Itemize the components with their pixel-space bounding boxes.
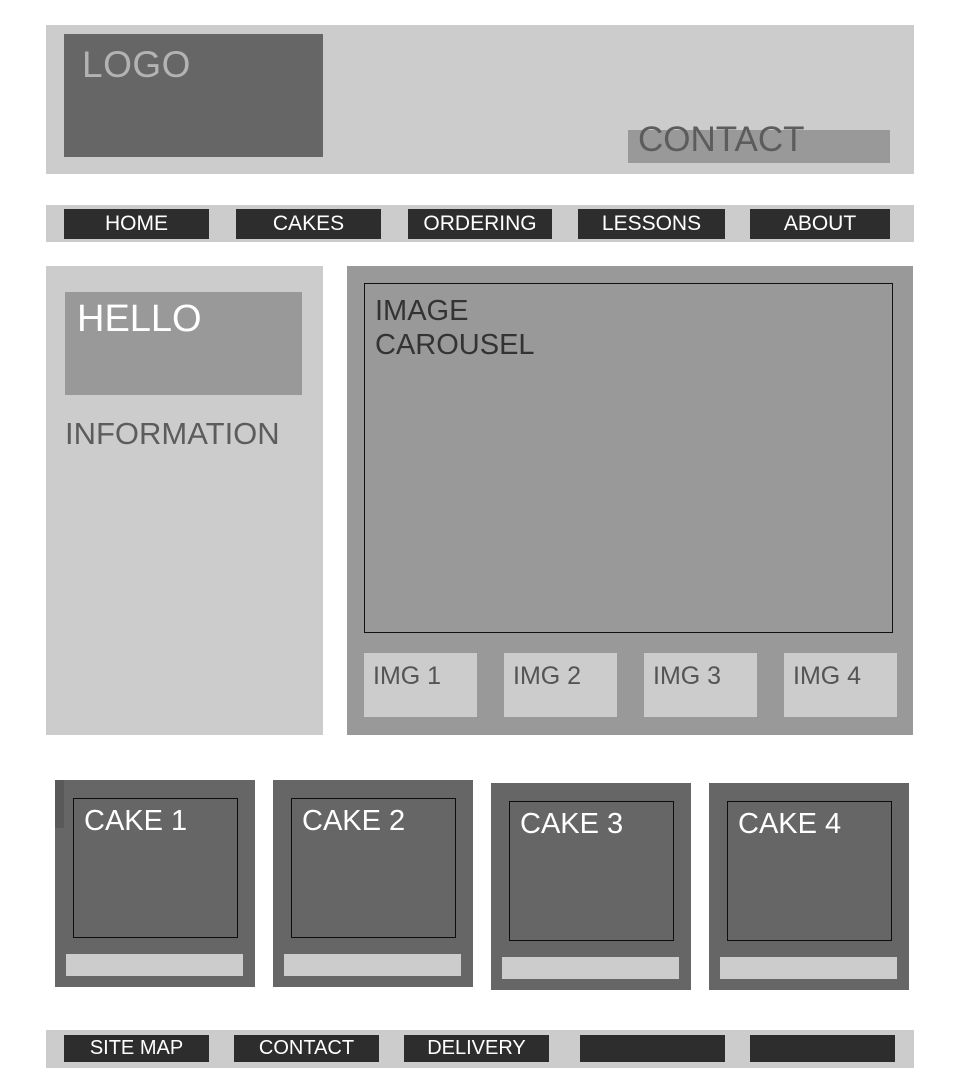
nav-item-ordering[interactable]: ORDERING xyxy=(408,209,552,239)
cake-card-label: CAKE 1 xyxy=(84,805,188,837)
carousel-thumbnail-1[interactable]: IMG 1 xyxy=(364,653,477,717)
cake-card[interactable]: CAKE 3 xyxy=(491,783,691,990)
footer-item-site-map[interactable]: SITE MAP xyxy=(64,1035,209,1062)
wireframe-page: LOGO CONTACT HOME CAKES ORDERING LESSONS… xyxy=(0,0,962,1086)
carousel-thumbnail-label: IMG 1 xyxy=(373,662,442,690)
cake-card[interactable]: CAKE 2 xyxy=(273,780,473,987)
cake-card[interactable]: CAKE 1 xyxy=(55,780,255,987)
footer-item-blank-2[interactable] xyxy=(750,1035,895,1062)
site-header: LOGO CONTACT xyxy=(46,25,914,174)
header-contact-button[interactable]: CONTACT xyxy=(628,122,890,163)
main-navigation: HOME CAKES ORDERING LESSONS ABOUT xyxy=(46,205,914,242)
nav-item-home[interactable]: HOME xyxy=(64,209,209,239)
cake-card-image: CAKE 3 xyxy=(509,801,674,941)
nav-item-about[interactable]: ABOUT xyxy=(750,209,890,239)
footer-item-blank-1[interactable] xyxy=(580,1035,725,1062)
nav-item-cakes[interactable]: CAKES xyxy=(236,209,381,239)
cake-card-caption-bar xyxy=(66,954,243,976)
hello-label: HELLO xyxy=(77,298,202,340)
cake-card-label: CAKE 3 xyxy=(520,808,624,840)
cake-card-image: CAKE 4 xyxy=(727,801,892,941)
footer-item-delivery[interactable]: DELIVERY xyxy=(404,1035,549,1062)
carousel-thumbnail-strip: IMG 1 IMG 2 IMG 3 IMG 4 xyxy=(364,653,897,717)
nav-item-lessons[interactable]: LESSONS xyxy=(578,209,725,239)
hello-banner: HELLO xyxy=(65,292,302,395)
cake-card-caption-bar xyxy=(284,954,461,976)
cake-card-image: CAKE 1 xyxy=(73,798,238,938)
cake-card-label: CAKE 4 xyxy=(738,808,842,840)
carousel-thumbnail-label: IMG 2 xyxy=(513,662,582,690)
logo-label: LOGO xyxy=(82,44,191,85)
information-heading: INFORMATION xyxy=(65,416,280,451)
header-contact-label: CONTACT xyxy=(638,120,805,159)
cake-card-tab xyxy=(55,780,64,828)
footer-item-contact[interactable]: CONTACT xyxy=(234,1035,379,1062)
carousel-stage-label: IMAGE CAROUSEL xyxy=(375,295,535,362)
carousel-thumbnail-label: IMG 4 xyxy=(793,662,862,690)
carousel-thumbnail-label: IMG 3 xyxy=(653,662,722,690)
carousel-panel: IMAGE CAROUSEL IMG 1 IMG 2 IMG 3 IMG 4 xyxy=(347,266,913,735)
cake-card-image: CAKE 2 xyxy=(291,798,456,938)
sidebar-panel: HELLO INFORMATION xyxy=(46,266,323,735)
logo-placeholder[interactable]: LOGO xyxy=(64,34,323,157)
cake-card-label: CAKE 2 xyxy=(302,805,406,837)
cake-card-caption-bar xyxy=(502,957,679,979)
site-footer: SITE MAP CONTACT DELIVERY xyxy=(46,1030,914,1068)
cake-card-caption-bar xyxy=(720,957,897,979)
carousel-stage[interactable]: IMAGE CAROUSEL xyxy=(364,283,893,633)
cake-card[interactable]: CAKE 4 xyxy=(709,783,909,990)
carousel-thumbnail-2[interactable]: IMG 2 xyxy=(504,653,617,717)
carousel-thumbnail-4[interactable]: IMG 4 xyxy=(784,653,897,717)
carousel-thumbnail-3[interactable]: IMG 3 xyxy=(644,653,757,717)
